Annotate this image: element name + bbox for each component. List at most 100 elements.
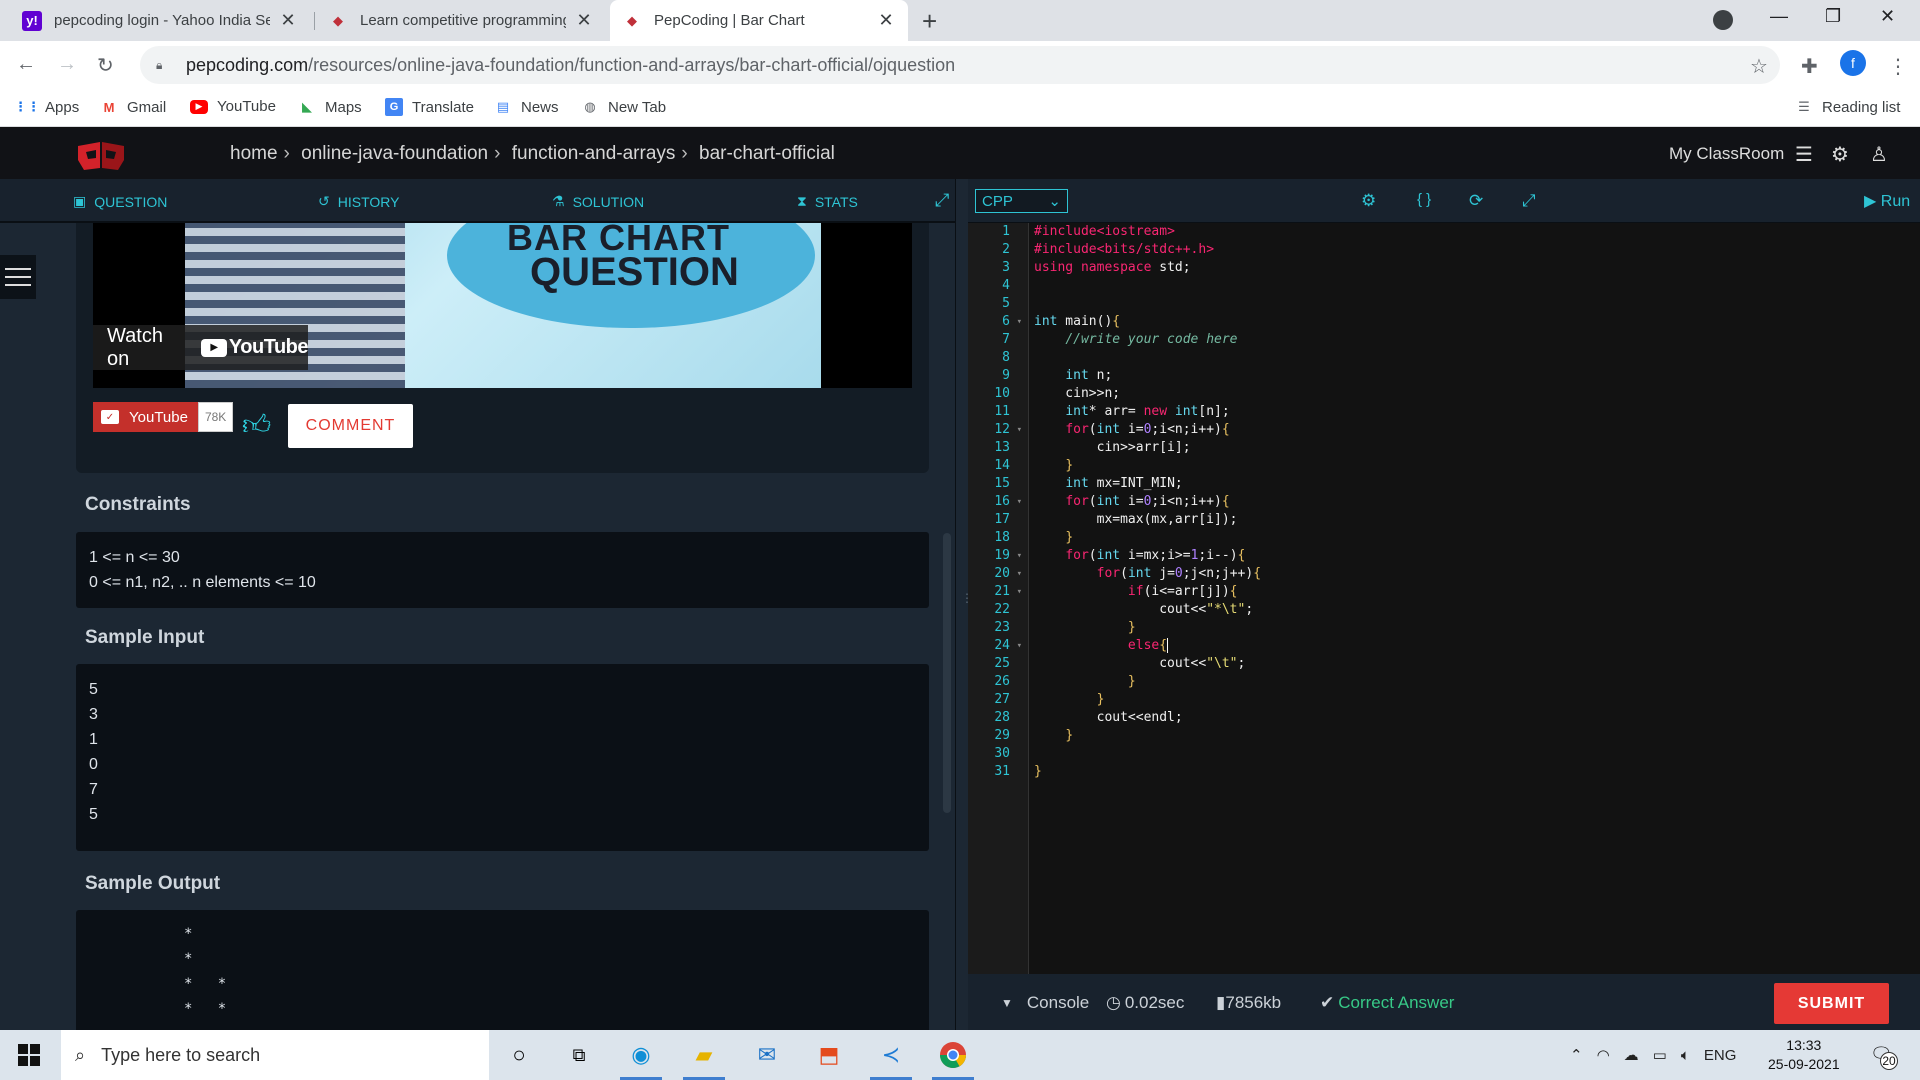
tab-solution[interactable]: ⚗ SOLUTION <box>552 193 644 210</box>
code-line: } <box>1034 764 1042 779</box>
submit-button[interactable]: SUBMIT <box>1774 983 1889 1024</box>
bookmark-label: Gmail <box>127 98 167 116</box>
bookmark-apps[interactable]: ⋮⋮ Apps <box>14 98 79 116</box>
back-icon[interactable]: ← <box>16 53 36 76</box>
browser-tab-barchart[interactable]: ◆ PepCoding | Bar Chart ✕ <box>610 0 908 41</box>
browser-tab-yahoo[interactable]: y! pepcoding login - Yahoo India Se ✕ <box>10 0 310 41</box>
fold-arrow-icon[interactable]: ▾ <box>1017 583 1022 601</box>
tab-title: PepCoding | Bar Chart <box>654 12 805 29</box>
sample-input-line: 3 <box>89 706 98 723</box>
code-area[interactable]: #include<iostream> #include<bits/stdc++.… <box>1034 223 1261 781</box>
close-tab-icon[interactable]: ✕ <box>278 10 298 31</box>
mail-icon[interactable]: ✉ <box>744 1038 790 1072</box>
wifi-icon[interactable]: ◠ <box>1597 1046 1610 1064</box>
code-editor[interactable]: 1 2 3 4 5 6 ▾ 7 8 9 10 11 12 ▾ 13 14 15 16 ▾ 17 18 19 ▾ 20 ▾ 21 ▾ 2… <box>968 223 1920 974</box>
breadcrumb-course[interactable]: online-java-foundation <box>301 143 488 164</box>
input-language[interactable]: ENG <box>1704 1047 1737 1064</box>
close-window-button[interactable]: ✕ <box>1880 6 1895 27</box>
restore-button[interactable]: ❐ <box>1825 6 1841 27</box>
bookmark-star-icon[interactable]: ☆ <box>1750 54 1768 79</box>
bookmark-translate[interactable]: G Translate <box>385 98 474 116</box>
tab-history[interactable]: ↺ HISTORY <box>318 193 399 210</box>
bookmark-new-tab[interactable]: ◍ New Tab <box>581 98 666 116</box>
editor-settings-icon[interactable]: ⚙ <box>1361 191 1376 211</box>
hamburger-menu-icon[interactable] <box>0 255 36 299</box>
minimize-button[interactable]: — <box>1770 6 1788 27</box>
tab-search-icon[interactable] <box>1713 10 1733 30</box>
user-icon[interactable]: ♙ <box>1870 142 1888 167</box>
taskbar-search-input[interactable]: ⌕ Type here to search <box>61 1030 489 1080</box>
expand-icon[interactable]: ⤢ <box>935 190 949 211</box>
task-view-icon[interactable]: ⧉ <box>556 1038 602 1072</box>
breadcrumb-question[interactable]: bar-chart-official <box>699 143 835 164</box>
chrome-icon[interactable] <box>930 1038 976 1080</box>
bookmark-youtube[interactable]: ▶ YouTube <box>190 98 276 115</box>
notifications-icon[interactable]: 🗨︎20 <box>1870 1044 1898 1070</box>
fold-arrow-icon[interactable]: ▾ <box>1017 313 1022 331</box>
reading-list[interactable]: ☰ Reading list <box>1795 98 1900 116</box>
reading-list-label: Reading list <box>1822 98 1901 116</box>
bookmark-maps[interactable]: ◣ Maps <box>298 98 362 116</box>
taskbar-clock[interactable]: 13:33 25-09-2021 <box>1768 1036 1840 1074</box>
line-number: 11 <box>994 404 1010 419</box>
fold-arrow-icon[interactable]: ▾ <box>1017 493 1022 511</box>
tab-label: SOLUTION <box>572 193 645 210</box>
office-icon[interactable]: ⬒ <box>806 1038 852 1072</box>
vscode-icon[interactable]: ≺ <box>868 1038 914 1080</box>
code-line: } <box>1065 530 1074 545</box>
url-field[interactable]: 🔒︎ pepcoding.com/resources/online-java-f… <box>140 46 1780 84</box>
browser-tab-learn[interactable]: ◆ Learn competitive programming ✕ <box>316 0 606 41</box>
fullscreen-icon[interactable]: ⤢ <box>1522 191 1536 211</box>
new-tab-button[interactable]: + <box>922 6 937 37</box>
bookmark-gmail[interactable]: M Gmail <box>100 98 167 116</box>
breadcrumb-home[interactable]: home <box>230 143 278 164</box>
breadcrumb-topic[interactable]: function-and-arrays <box>512 143 676 164</box>
comment-button[interactable]: COMMENT <box>288 404 413 448</box>
edge-icon[interactable]: ◉ <box>618 1038 664 1080</box>
volume-icon[interactable]: 🔈︎ <box>1681 1047 1690 1064</box>
file-explorer-icon[interactable]: ▰ <box>681 1038 727 1080</box>
battery-icon[interactable]: ▭ <box>1653 1046 1667 1064</box>
question-panel: BAR CHART QUESTION Watch on ▶ YouTube ✓ Yo… <box>0 223 955 1030</box>
settings-icon[interactable]: ⚙ <box>1831 142 1849 167</box>
youtube-video[interactable]: BAR CHART QUESTION Watch on ▶ YouTube <box>93 223 912 388</box>
code-line: } <box>1127 620 1136 635</box>
youtube-subscribe-button[interactable]: ✓ YouTube 78K <box>93 402 234 432</box>
reset-code-icon[interactable]: ⟳ <box>1469 191 1483 211</box>
pane-splitter[interactable]: ⋮ <box>955 179 973 1030</box>
run-label: Run <box>1880 193 1911 210</box>
close-tab-icon[interactable]: ✕ <box>876 10 896 31</box>
fold-arrow-icon[interactable]: ▾ <box>1017 421 1022 439</box>
forward-icon[interactable]: → <box>57 53 77 76</box>
chrome-menu-icon[interactable]: ⋮ <box>1888 54 1908 79</box>
tab-question[interactable]: ▣ QUESTION <box>73 193 167 210</box>
run-button[interactable]: ▶ Run <box>1864 191 1910 211</box>
my-classroom-link[interactable]: My ClassRoom <box>1669 144 1784 164</box>
fold-arrow-icon[interactable]: ▾ <box>1017 637 1022 655</box>
line-number: 23 <box>994 620 1010 635</box>
language-select[interactable]: CPP ⌄ <box>975 189 1068 213</box>
tab-stats[interactable]: ⧗ STATS <box>797 193 858 210</box>
profile-avatar[interactable]: f <box>1840 50 1866 76</box>
apps-grid-icon: ⋮⋮ <box>14 99 40 114</box>
panel-scrollbar[interactable] <box>943 533 951 813</box>
thumbs-up-icon[interactable]: 👍︎ <box>242 408 271 442</box>
cortana-icon[interactable]: ○ <box>496 1038 542 1072</box>
pepcoding-logo[interactable] <box>76 140 126 172</box>
watch-on-youtube-button[interactable]: Watch on ▶ YouTube <box>93 325 309 370</box>
format-braces-icon[interactable]: { } <box>1417 191 1431 208</box>
code-line: #include<bits/stdc++.h> <box>1034 242 1215 257</box>
menu-list-icon[interactable]: ☰ <box>1795 142 1813 167</box>
extensions-icon[interactable]: ✚ <box>1801 54 1818 79</box>
show-hidden-icons-icon[interactable]: ⌃ <box>1570 1046 1583 1064</box>
fold-arrow-icon[interactable]: ▾ <box>1017 547 1022 565</box>
fold-arrow-icon[interactable]: ▾ <box>1017 565 1022 583</box>
onedrive-icon[interactable]: ☁ <box>1624 1046 1639 1064</box>
console-toggle[interactable]: ▼ Console <box>1001 993 1089 1013</box>
bookmark-news[interactable]: ▤ News <box>494 98 559 116</box>
close-tab-icon[interactable]: ✕ <box>574 10 594 31</box>
windows-start-icon[interactable] <box>18 1044 40 1066</box>
yahoo-icon: y! <box>22 10 42 31</box>
reload-icon[interactable]: ↻ <box>97 53 114 78</box>
